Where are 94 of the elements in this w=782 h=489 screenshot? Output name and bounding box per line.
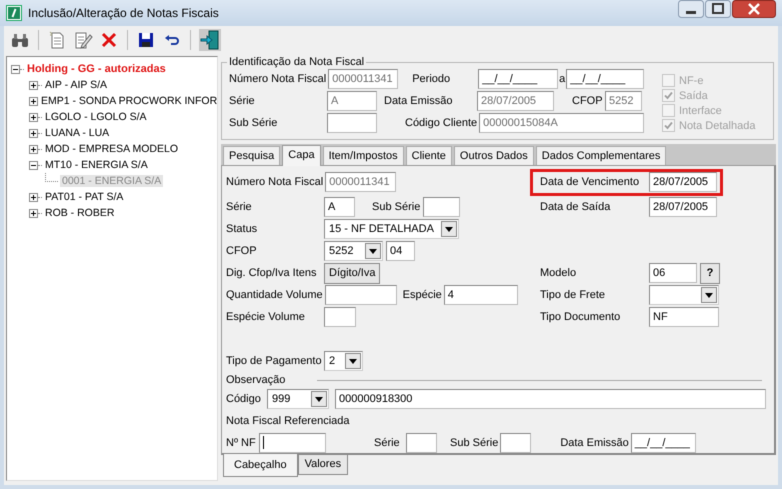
text-field[interactable]: 28/07/2005: [649, 172, 717, 192]
text-field[interactable]: __/__/____: [478, 69, 558, 89]
tab[interactable]: Capa: [282, 145, 321, 166]
field-label: Status: [226, 223, 258, 235]
field-label: Número Nota Fiscal: [229, 73, 328, 85]
expand-icon[interactable]: [29, 112, 38, 122]
text-field[interactable]: [500, 433, 532, 453]
collapse-icon[interactable]: [29, 160, 38, 170]
field-label: CFOP: [226, 245, 258, 257]
expand-icon[interactable]: [29, 128, 38, 138]
field-label: Sub Série: [372, 201, 422, 213]
field-label: Tipo de Pagamento: [226, 355, 323, 367]
field-label: Periodo: [412, 73, 452, 85]
text-field[interactable]: __/__/____: [630, 433, 696, 453]
save-icon[interactable]: [136, 30, 156, 50]
text-field[interactable]: [406, 433, 437, 453]
app-icon: [6, 5, 22, 21]
help-button[interactable]: ?: [700, 262, 720, 284]
tree-item[interactable]: ROB - ROBER: [43, 207, 116, 219]
tab[interactable]: Valores: [298, 455, 348, 475]
close-icon[interactable]: [732, 0, 776, 18]
field-label: Data Emissão: [384, 95, 454, 107]
dropdown[interactable]: 5252: [324, 241, 383, 261]
tree-item[interactable]: LGOLO - LGOLO S/A: [43, 111, 149, 123]
expand-icon[interactable]: [29, 192, 38, 202]
collapse-icon[interactable]: [11, 64, 20, 74]
dropdown[interactable]: 2: [324, 351, 363, 371]
field-label: Tipo Documento: [540, 311, 622, 323]
text-field[interactable]: 04: [386, 241, 415, 261]
field-label: Espécie: [402, 289, 443, 301]
field-label: Sub Série: [450, 437, 500, 449]
tree-item[interactable]: LUANA - LUA: [43, 127, 112, 139]
field-label: Data de Vencimento: [540, 176, 640, 188]
text-field[interactable]: [423, 197, 460, 217]
text-field[interactable]: NF: [649, 307, 719, 327]
field-label: Data de Saída: [540, 201, 612, 213]
field-label: Quantidade Volume: [226, 289, 324, 301]
field-label: Série: [226, 201, 253, 213]
dropdown[interactable]: 999: [267, 389, 329, 409]
text-field[interactable]: [324, 307, 356, 327]
dropdown[interactable]: 15 - NF DETALHADA: [324, 219, 459, 239]
tree-item[interactable]: EMP1 - SONDA PROCWORK INFOR: [39, 95, 220, 107]
delete-icon[interactable]: [99, 30, 119, 50]
tree-item[interactable]: MT10 - ENERGIA S/A: [43, 159, 150, 171]
tree-item[interactable]: AIP - AIP S/A: [43, 79, 110, 91]
exit-door-icon[interactable]: [199, 29, 221, 51]
text-field[interactable]: 06: [649, 263, 697, 283]
tree-item[interactable]: Holding - GG - autorizadas: [25, 63, 168, 75]
field-label: Sub Série: [229, 117, 278, 129]
digit-button[interactable]: Dígito/Iva: [324, 262, 380, 284]
tab[interactable]: Cliente: [406, 146, 452, 165]
text-field[interactable]: A: [324, 197, 355, 217]
group-title: Identificação da Nota Fiscal: [228, 56, 366, 68]
expand-icon[interactable]: [29, 144, 38, 154]
text-field[interactable]: 000000918300: [335, 389, 766, 409]
range-separator: a: [558, 73, 566, 85]
tab[interactable]: Dados Complementares: [536, 146, 666, 165]
text-field[interactable]: [327, 113, 377, 133]
expand-icon[interactable]: [29, 80, 38, 90]
minimize-icon[interactable]: [678, 0, 704, 18]
field-label: Modelo: [540, 267, 578, 279]
field-label: Espécie Volume: [226, 311, 306, 323]
checkbox-label: NF-e: [679, 74, 704, 86]
field-label: Série: [229, 95, 256, 107]
tab[interactable]: Pesquisa: [223, 146, 280, 165]
tree-item[interactable]: PAT01 - PAT S/A: [43, 191, 126, 203]
checkbox-label: Saída: [679, 90, 708, 102]
text-field[interactable]: 4: [444, 285, 518, 305]
text-field[interactable]: [324, 285, 397, 305]
field-label: Tipo de Frete: [540, 289, 606, 301]
field-label: Código Cliente: [405, 117, 478, 129]
checkbox-label: Nota Detalhada: [679, 120, 756, 132]
field-label: Dig. Cfop/Iva Itens: [226, 267, 318, 279]
text-field[interactable]: [259, 433, 326, 453]
checkbox-label: Interface: [679, 104, 722, 116]
tab[interactable]: Item/Impostos: [322, 146, 404, 165]
field-label: Série: [374, 437, 401, 449]
expand-icon[interactable]: [29, 96, 38, 106]
tab[interactable]: Cabeçalho: [223, 454, 298, 477]
edit-document-icon[interactable]: [73, 30, 93, 50]
window-title: Inclusão/Alteração de Notas Fiscais: [28, 6, 219, 20]
field-label: CFOP: [572, 95, 604, 107]
text-field[interactable]: __/__/____: [566, 69, 644, 89]
expand-icon[interactable]: [29, 208, 38, 218]
tree-item[interactable]: MOD - EMPRESA MODELO: [43, 143, 180, 155]
maximize-icon[interactable]: [705, 0, 731, 18]
field-label: Código: [226, 393, 262, 405]
text-field[interactable]: 28/07/2005: [649, 197, 717, 217]
section-title: Nota Fiscal Referenciada: [226, 415, 351, 427]
tab[interactable]: Outros Dados: [454, 146, 534, 165]
field-label: Número Nota Fiscal: [226, 176, 324, 188]
field-label: Nº NF: [226, 437, 257, 449]
field-label: Data Emissão: [560, 437, 630, 449]
section-title: Observação: [226, 374, 286, 386]
